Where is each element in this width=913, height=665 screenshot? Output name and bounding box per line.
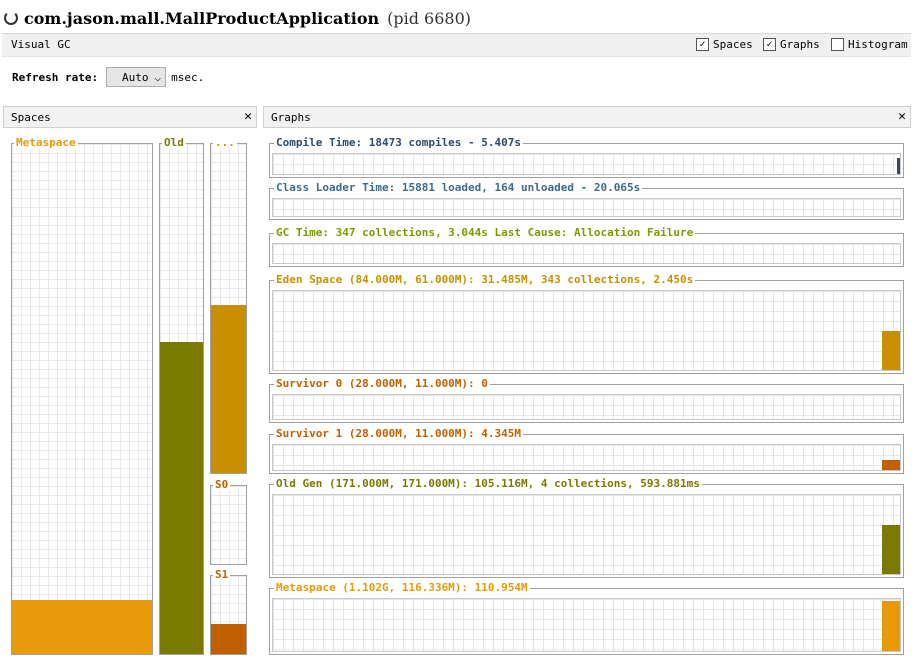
old-gen-fill: [160, 341, 203, 654]
old-gen-pool: Old: [159, 136, 204, 655]
graph-label: Eden Space (84.000M, 61.000M): 31.485M, …: [274, 273, 696, 286]
old-gen-pool-label: Old: [162, 136, 186, 149]
metaspace-graph: Metaspace (1.102G, 116.336M): 110.954M: [269, 581, 904, 655]
window-title: com.jason.mall.MallProductApplication (p…: [4, 6, 471, 30]
chevron-down-icon: ⌵: [154, 70, 162, 84]
survivor-1-fill: [211, 623, 246, 654]
refresh-rate-label: Refresh rate:: [12, 70, 99, 84]
graph-plot-area: [272, 243, 901, 264]
graphs-checkbox[interactable]: ✓ Graphs: [763, 38, 820, 51]
checkbox-checked-icon: ✓: [696, 38, 709, 51]
graph-bar: [882, 460, 900, 470]
graph-plot-area: [272, 153, 901, 175]
survivor-0-pool-label: S0: [213, 478, 231, 491]
graph-label: Survivor 0 (28.000M, 11.000M): 0: [274, 377, 490, 390]
process-id: (pid 6680): [387, 8, 472, 28]
graphs-panel-title: Graphs: [271, 111, 311, 124]
refresh-unit-label: msec.: [171, 70, 205, 84]
graph-bar: [882, 331, 900, 370]
visual-gc-tab-bar: Visual GC ✓ Spaces ✓ Graphs Histogram: [2, 33, 911, 57]
spaces-checkbox[interactable]: ✓ Spaces: [696, 38, 753, 51]
close-icon[interactable]: ✕: [898, 109, 906, 124]
metaspace-fill: [12, 600, 152, 654]
survivor-1-graph: Survivor 1 (28.000M, 11.000M): 4.345M: [269, 427, 904, 474]
loading-icon: [4, 11, 18, 25]
eden-pool-label: ...: [213, 136, 237, 149]
graph-label: Survivor 1 (28.000M, 11.000M): 4.345M: [274, 427, 524, 440]
graph-bar: [897, 158, 900, 174]
graph-plot-area: [272, 290, 901, 371]
checkbox-checked-icon: ✓: [763, 38, 776, 51]
survivor-0-graph: Survivor 0 (28.000M, 11.000M): 0: [269, 377, 904, 423]
graph-bar: [882, 601, 900, 651]
metaspace-pool: Metaspace: [11, 136, 153, 655]
old-gen-graph: Old Gen (171.000M, 171.000M): 105.116M, …: [269, 477, 904, 578]
refresh-rate-select[interactable]: Auto ⌵: [106, 67, 167, 87]
class-loader-time-graph: Class Loader Time: 15881 loaded, 164 unl…: [269, 181, 904, 220]
graph-plot-area: [272, 394, 901, 420]
graph-label: Compile Time: 18473 compiles - 5.407s: [274, 136, 524, 149]
metaspace-pool-label: Metaspace: [14, 136, 78, 149]
graph-label: Metaspace (1.102G, 116.336M): 110.954M: [274, 581, 530, 594]
graph-plot-area: [272, 444, 901, 471]
gc-time-graph: GC Time: 347 collections, 3.044s Last Ca…: [269, 226, 904, 267]
graph-label: Class Loader Time: 15881 loaded, 164 unl…: [274, 181, 643, 194]
graph-plot-area: [272, 598, 901, 652]
graph-plot-area: [272, 494, 901, 575]
spaces-panel-title: Spaces: [11, 111, 51, 124]
graph-label: Old Gen (171.000M, 171.000M): 105.116M, …: [274, 477, 702, 490]
survivor-1-pool-label: S1: [213, 568, 231, 581]
spaces-panel-header: Spaces ✕: [3, 106, 257, 128]
eden-space-graph: Eden Space (84.000M, 61.000M): 31.485M, …: [269, 273, 904, 374]
checkbox-unchecked-icon: [831, 38, 844, 51]
eden-fill: [211, 305, 246, 473]
survivor-0-pool: S0: [210, 478, 247, 565]
tab-visual-gc[interactable]: Visual GC: [11, 38, 71, 51]
survivor-1-pool: S1: [210, 568, 247, 655]
graphs-panel-header: Graphs ✕: [263, 106, 911, 128]
graph-bar: [882, 525, 900, 574]
compile-time-graph: Compile Time: 18473 compiles - 5.407s: [269, 136, 904, 178]
eden-pool: ...: [210, 136, 247, 474]
graph-label: GC Time: 347 collections, 3.044s Last Ca…: [274, 226, 696, 239]
refresh-rate-row: Refresh rate: Auto ⌵ msec.: [12, 67, 204, 87]
application-name: com.jason.mall.MallProductApplication: [24, 8, 380, 28]
graph-plot-area: [272, 198, 901, 217]
close-icon[interactable]: ✕: [244, 109, 252, 124]
histogram-checkbox[interactable]: Histogram: [831, 38, 908, 51]
